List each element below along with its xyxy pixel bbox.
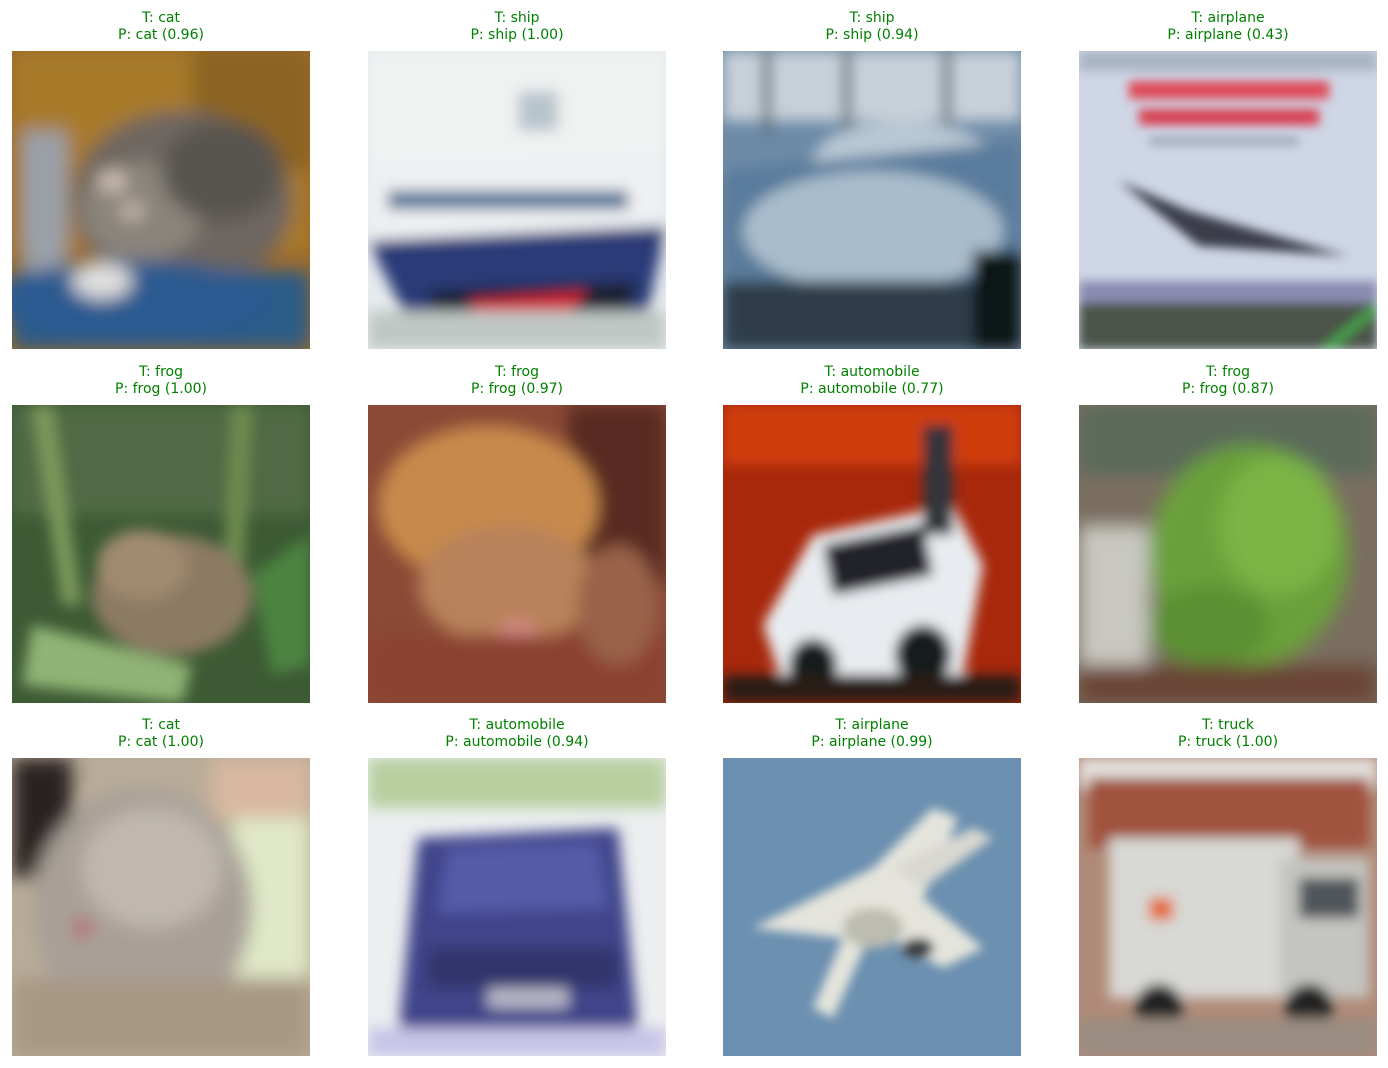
ship-photo xyxy=(368,51,666,349)
true-label: T: automobile xyxy=(824,364,920,380)
tile-caption: T: airplane P: airplane (0.43) xyxy=(1079,10,1377,44)
frog-photo xyxy=(12,405,310,703)
sample-image xyxy=(1079,405,1377,703)
tile-caption: T: cat P: cat (1.00) xyxy=(12,717,310,751)
tile-caption: T: truck P: truck (1.00) xyxy=(1079,717,1377,751)
sample-image xyxy=(723,758,1021,1056)
airplane-photo xyxy=(1079,51,1377,349)
predicted-label: P: automobile (0.77) xyxy=(800,381,944,397)
true-label: T: airplane xyxy=(835,717,909,733)
cat-photo xyxy=(12,758,310,1056)
tile-caption: T: automobile P: automobile (0.94) xyxy=(368,717,666,751)
sample-image xyxy=(1079,758,1377,1056)
predicted-label: P: airplane (0.99) xyxy=(811,734,933,750)
sample-image xyxy=(1079,51,1377,349)
sample-image xyxy=(723,405,1021,703)
true-label: T: cat xyxy=(142,717,180,733)
predicted-label: P: ship (0.94) xyxy=(825,27,919,43)
tile-caption: T: ship P: ship (1.00) xyxy=(368,10,666,44)
frog-photo xyxy=(1079,405,1377,703)
predicted-label: P: truck (1.00) xyxy=(1177,734,1279,750)
predicted-label: P: frog (0.87) xyxy=(1182,381,1274,397)
true-label: T: ship xyxy=(494,10,540,26)
predicted-label: P: cat (1.00) xyxy=(118,734,204,750)
tile-caption: T: automobile P: automobile (0.77) xyxy=(723,364,1021,398)
cat-photo xyxy=(12,51,310,349)
predicted-label: P: frog (0.97) xyxy=(471,381,563,397)
tile-caption: T: frog P: frog (0.97) xyxy=(368,364,666,398)
true-label: T: ship xyxy=(849,10,895,26)
sample-image xyxy=(368,758,666,1056)
tile-caption: T: airplane P: airplane (0.99) xyxy=(723,717,1021,751)
true-label: T: airplane xyxy=(1191,10,1265,26)
predicted-label: P: frog (1.00) xyxy=(115,381,207,397)
predicted-label: P: automobile (0.94) xyxy=(445,734,589,750)
automobile-photo xyxy=(723,405,1021,703)
true-label: T: frog xyxy=(1205,364,1250,380)
true-label: T: automobile xyxy=(469,717,565,733)
true-label: T: truck xyxy=(1201,717,1255,733)
tile-caption: T: frog P: frog (0.87) xyxy=(1079,364,1377,398)
sample-image xyxy=(12,758,310,1056)
predicted-label: P: ship (1.00) xyxy=(470,27,564,43)
sample-image xyxy=(12,51,310,349)
frog-photo xyxy=(368,405,666,703)
true-label: T: frog xyxy=(494,364,539,380)
airplane-photo xyxy=(723,758,1021,1056)
ship-photo xyxy=(723,51,1021,349)
tile-caption: T: cat P: cat (0.96) xyxy=(12,10,310,44)
tile-caption: T: frog P: frog (1.00) xyxy=(12,364,310,398)
sample-image xyxy=(12,405,310,703)
true-label: T: frog xyxy=(138,364,183,380)
automobile-photo xyxy=(368,758,666,1056)
truck-photo xyxy=(1079,758,1377,1056)
predicted-label: P: cat (0.96) xyxy=(118,27,204,43)
sample-image xyxy=(368,51,666,349)
tile-caption: T: ship P: ship (0.94) xyxy=(723,10,1021,44)
predicted-label: P: airplane (0.43) xyxy=(1167,27,1289,43)
sample-image xyxy=(368,405,666,703)
true-label: T: cat xyxy=(142,10,180,26)
sample-image xyxy=(723,51,1021,349)
